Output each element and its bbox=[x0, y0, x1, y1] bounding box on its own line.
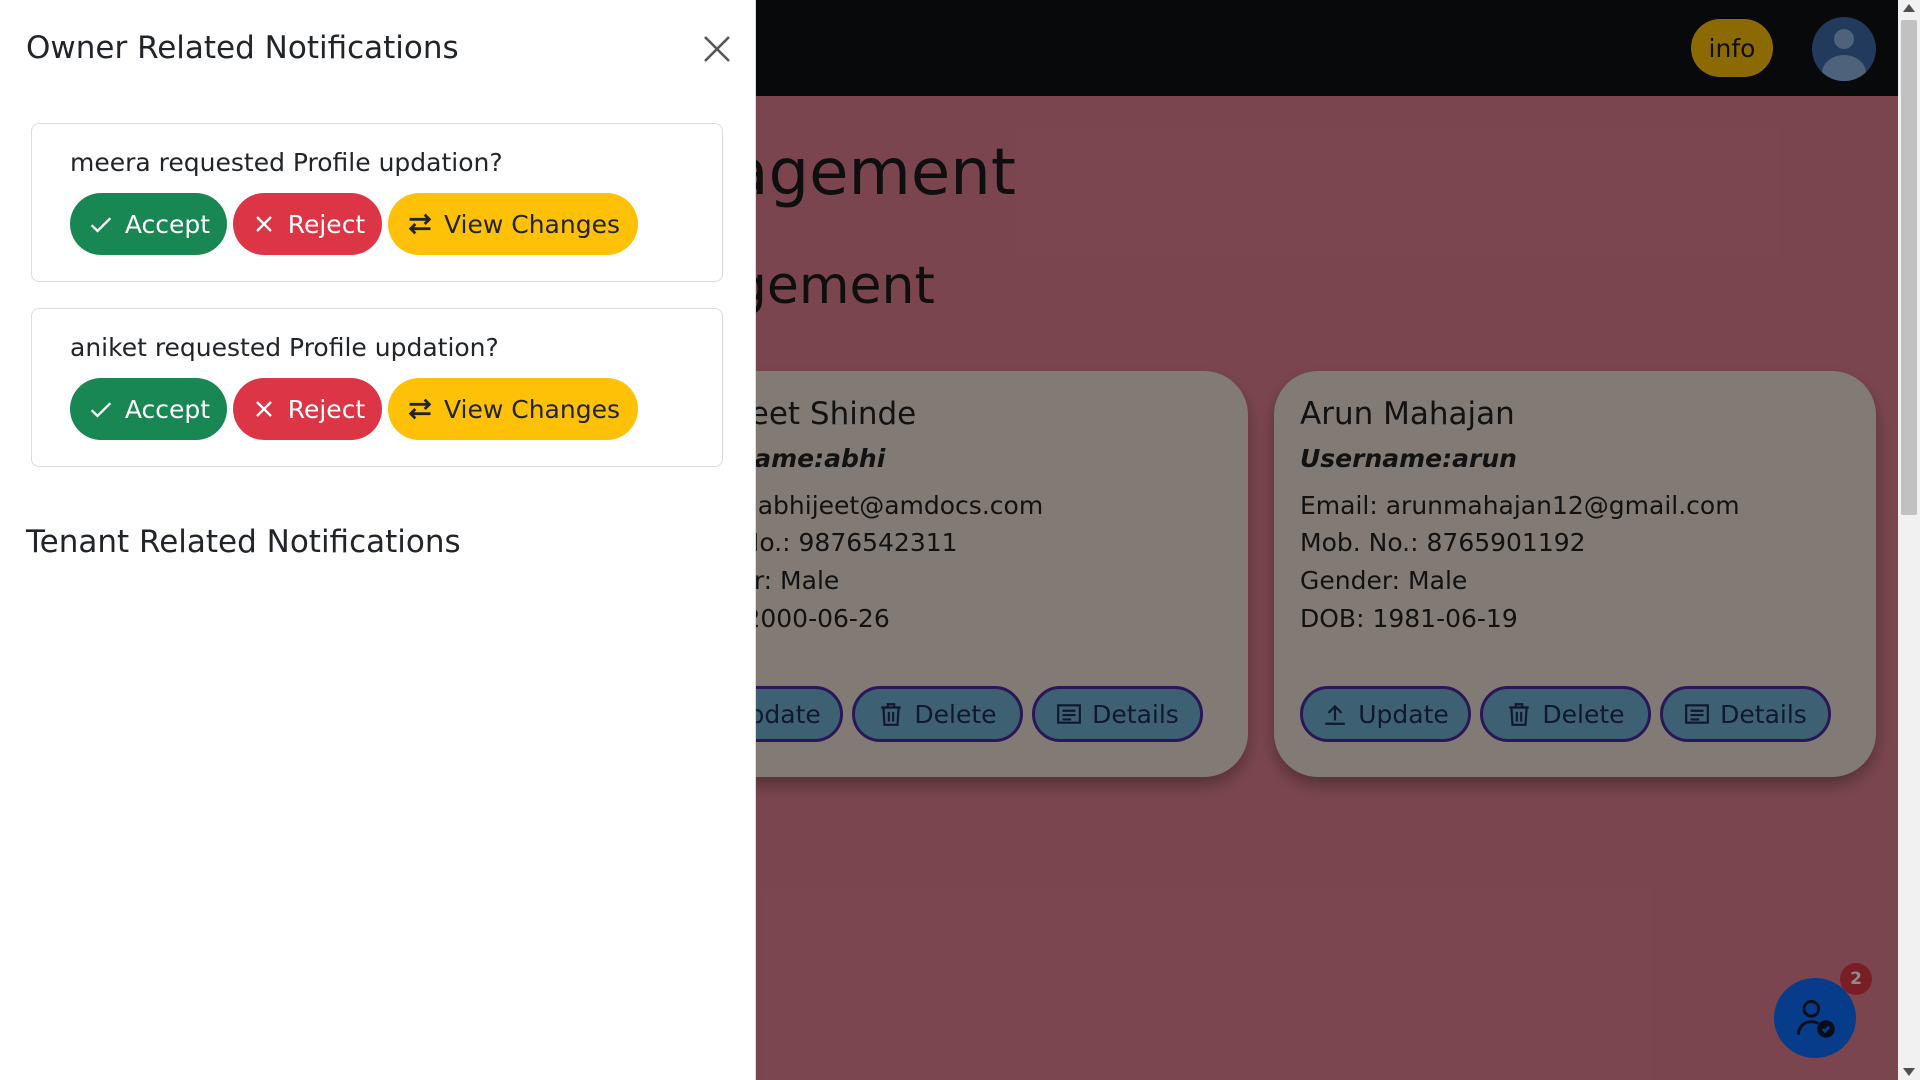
accept-button[interactable]: Accept bbox=[70, 378, 227, 440]
page-scrollbar[interactable] bbox=[1898, 0, 1920, 1080]
notification-card: meera requested Profile updation? Accept… bbox=[31, 123, 723, 282]
view-changes-button[interactable]: View Changes bbox=[388, 378, 638, 440]
close-icon bbox=[704, 36, 730, 62]
view-changes-label: View Changes bbox=[443, 209, 620, 239]
check-icon bbox=[90, 402, 112, 418]
check-icon bbox=[90, 217, 112, 233]
accept-label: Accept bbox=[124, 209, 211, 239]
accept-button[interactable]: Accept bbox=[70, 193, 227, 255]
scroll-thumb[interactable] bbox=[1901, 20, 1917, 515]
swap-arrows-icon bbox=[408, 398, 432, 420]
panel-title: Owner Related Notifications bbox=[26, 30, 459, 66]
accept-label: Accept bbox=[124, 394, 211, 424]
view-changes-button[interactable]: View Changes bbox=[388, 193, 638, 255]
reject-label: Reject bbox=[287, 394, 366, 424]
view-changes-label: View Changes bbox=[443, 394, 620, 424]
scroll-up-arrow-icon[interactable] bbox=[1903, 4, 1915, 12]
notification-card: aniket requested Profile updation? Accep… bbox=[31, 308, 723, 467]
notifications-offcanvas: Owner Related Notifications meera reques… bbox=[0, 0, 756, 1080]
notification-text: aniket requested Profile updation? bbox=[70, 333, 499, 362]
swap-arrows-icon bbox=[408, 213, 432, 235]
reject-button[interactable]: Reject bbox=[233, 193, 382, 255]
close-button[interactable] bbox=[696, 28, 738, 70]
x-icon bbox=[255, 401, 272, 417]
tenant-notifications-title: Tenant Related Notifications bbox=[26, 524, 461, 560]
reject-button[interactable]: Reject bbox=[233, 378, 382, 440]
reject-label: Reject bbox=[287, 209, 366, 239]
scroll-down-arrow-icon[interactable] bbox=[1903, 1068, 1915, 1076]
notification-text: meera requested Profile updation? bbox=[70, 148, 503, 177]
x-icon bbox=[255, 216, 272, 232]
